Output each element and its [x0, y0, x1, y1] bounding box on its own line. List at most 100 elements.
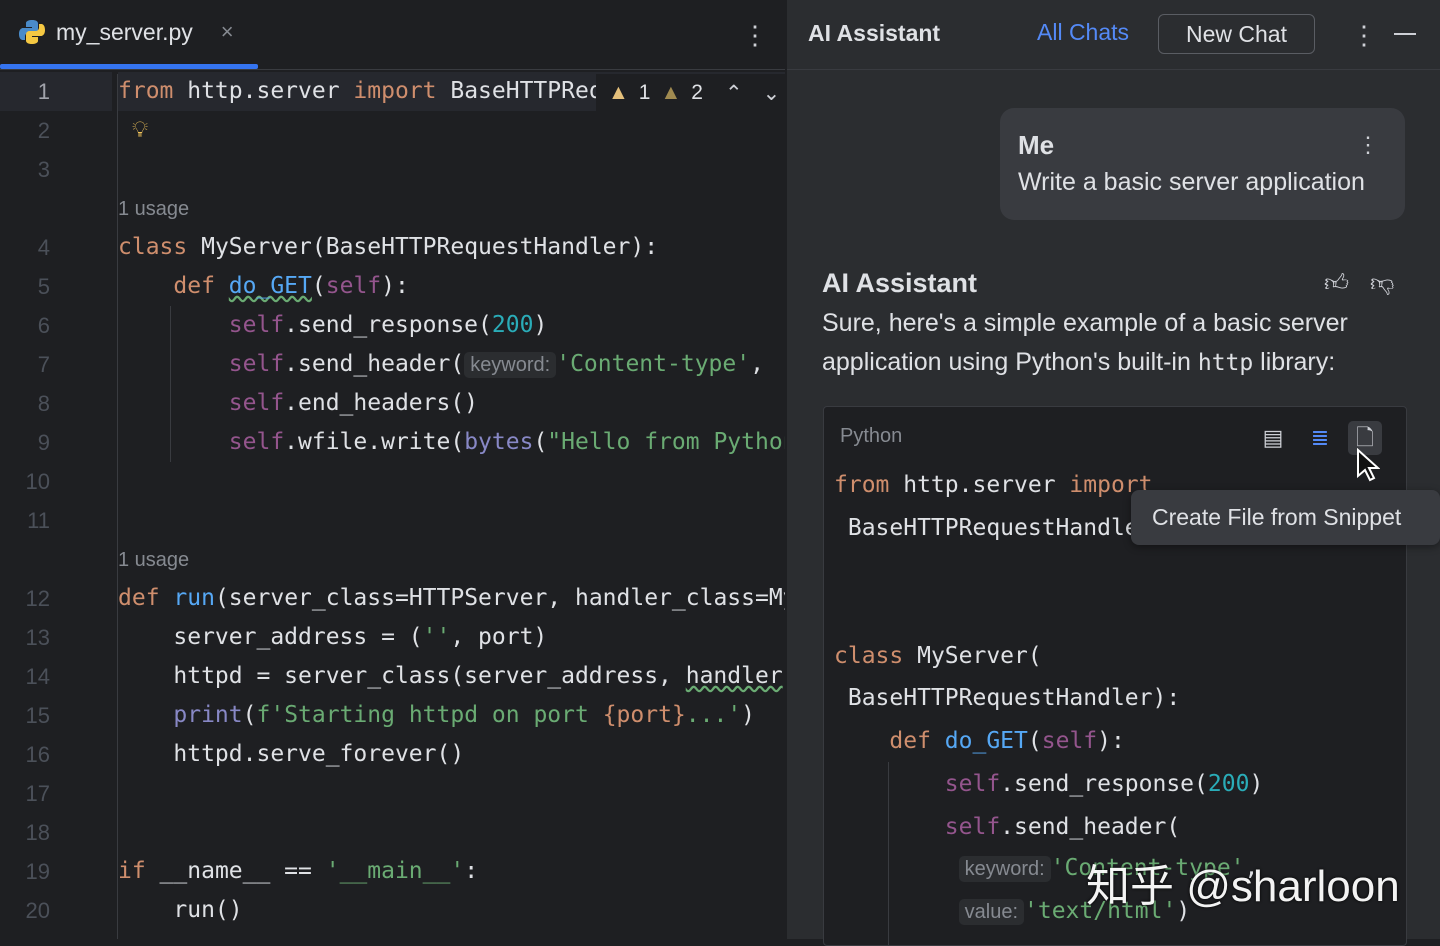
- code-token: self: [228, 312, 285, 338]
- all-chats-link[interactable]: All Chats: [1037, 19, 1129, 46]
- code-token: .send_response(: [284, 312, 492, 338]
- next-problem-icon[interactable]: ⌄: [763, 81, 781, 106]
- line-number: 6: [37, 313, 50, 338]
- code-token: ): [533, 312, 548, 338]
- code-token: (: [242, 702, 257, 728]
- message-options-icon[interactable]: ⋮: [1357, 134, 1379, 156]
- code-token: MyServer(: [903, 643, 1042, 669]
- python-icon: [19, 20, 45, 44]
- minimize-icon[interactable]: [1394, 33, 1416, 35]
- code-token: ):: [381, 273, 409, 299]
- code-line: class MyServer(BaseHTTPRequestHandler):: [118, 228, 785, 267]
- code-token: server_address = (: [118, 624, 423, 650]
- inline-code: http: [1197, 350, 1254, 376]
- snippet-line: from http.server import: [834, 467, 1153, 503]
- snippet-language: Python: [840, 425, 903, 447]
- code-line: httpd.serve_forever(): [118, 735, 785, 774]
- code-token: def: [118, 585, 160, 611]
- code-token: {port}: [602, 702, 686, 728]
- code-line: 💡︎: [118, 111, 785, 150]
- usage-label[interactable]: 1 usage: [118, 198, 189, 220]
- tooltip: Create File from Snippet: [1131, 490, 1440, 545]
- usage-label[interactable]: 1 usage: [118, 549, 189, 571]
- code-line: print(f'Starting httpd on port {port}...…: [118, 696, 785, 735]
- code-line: self.end_headers(): [118, 384, 785, 423]
- code-token: if: [118, 858, 146, 884]
- code-token: (: [1027, 728, 1042, 754]
- tab-filename: my_server.py: [56, 18, 193, 45]
- reply-text: Sure, here's a simple example of a basic…: [822, 304, 1412, 383]
- code-token: do_GET: [944, 728, 1028, 754]
- code-area[interactable]: from http.server import BaseHTTPRequestH…: [118, 72, 785, 930]
- code-token: ): [741, 702, 756, 728]
- code-token: class: [834, 643, 904, 669]
- snippet-line: class MyServer(: [834, 638, 1042, 674]
- line-number: 20: [25, 898, 50, 923]
- code-line: self.send_response(200): [118, 306, 785, 345]
- code-token: self: [944, 771, 1001, 797]
- line-number: 1: [0, 72, 112, 111]
- usage-hint: 1 usage: [118, 189, 785, 228]
- reply-author: AI Assistant: [822, 268, 978, 298]
- tab-my-server-py[interactable]: my_server.py ×: [18, 18, 234, 46]
- close-tab-icon[interactable]: ×: [221, 19, 234, 45]
- line-number: 18: [25, 820, 50, 845]
- line-number: 12: [25, 586, 50, 611]
- code-line: def run(server_class=HTTPServer, handler…: [118, 579, 785, 618]
- code-token: self: [1041, 728, 1098, 754]
- code-token: (: [533, 429, 548, 455]
- code-token: .wfile.write(: [284, 429, 465, 455]
- code-line: if __name__ == '__main__':: [118, 852, 785, 891]
- code-token: .send_header(: [284, 351, 465, 377]
- message-author: Me: [1018, 130, 1055, 160]
- thumbs-down-icon[interactable]: 👎︎: [1370, 270, 1394, 298]
- code-token: BaseHTTPRequestHandler):: [834, 685, 1181, 711]
- code-token: from: [118, 78, 174, 104]
- code-token: http.server: [889, 472, 1070, 498]
- lightbulb-icon[interactable]: 💡︎: [132, 117, 148, 143]
- ai-assistant-panel: AI Assistant All Chats New Chat ⋮ Me ⋮ W…: [786, 0, 1440, 946]
- line-number: 10: [25, 469, 50, 494]
- inspection-widget[interactable]: ▲ 1 ▲ 2 ⌃ ⌄: [596, 74, 785, 112]
- insert-snippet-icon[interactable]: ≣: [1303, 421, 1337, 455]
- code-token: (server_class=HTTPServer, handler_class=…: [214, 585, 785, 611]
- code-token: 200: [1207, 771, 1250, 797]
- code-token: def: [173, 273, 215, 299]
- new-chat-button[interactable]: New Chat: [1158, 14, 1315, 54]
- line-number: 11: [27, 508, 50, 533]
- code-line: httpd = server_class(server_address, han…: [118, 657, 785, 696]
- user-message: Me ⋮ Write a basic server application: [1000, 108, 1405, 220]
- code-editor[interactable]: my_server.py × ⋮ 1 2 3 4 5 6 7 8 9 10 11 12 13 14 15 16…: [0, 0, 785, 939]
- code-token: print: [173, 702, 243, 728]
- thumbs-up-icon[interactable]: 👍︎: [1324, 270, 1349, 298]
- code-token: http.server: [173, 78, 354, 104]
- previous-problem-icon[interactable]: ⌃: [725, 81, 743, 106]
- snippet-line: BaseHTTPRequestHandler):: [834, 680, 1180, 716]
- line-number: 8: [37, 391, 50, 416]
- code-token: self: [228, 429, 285, 455]
- line-number: 15: [25, 703, 50, 728]
- line-number: 7: [37, 352, 50, 377]
- code-line: def do_GET(self):: [118, 267, 785, 306]
- more-options-icon[interactable]: ⋮: [742, 22, 768, 48]
- code-token: httpd.serve_forever(): [118, 741, 465, 767]
- code-token: (: [311, 273, 326, 299]
- line-number: 9: [37, 430, 50, 455]
- editor-tab-bar: my_server.py × ⋮: [0, 0, 785, 70]
- more-options-icon[interactable]: ⋮: [1351, 22, 1377, 48]
- line-number: 2: [37, 118, 50, 143]
- copy-icon[interactable]: ▤: [1256, 421, 1290, 455]
- line-number: 19: [25, 859, 50, 884]
- code-token: .send_response(: [1000, 771, 1208, 797]
- snippet-line: def do_GET(self):: [834, 723, 1124, 759]
- code-token: "Hello from Python": [547, 429, 785, 455]
- code-token: keyword:: [958, 856, 1051, 882]
